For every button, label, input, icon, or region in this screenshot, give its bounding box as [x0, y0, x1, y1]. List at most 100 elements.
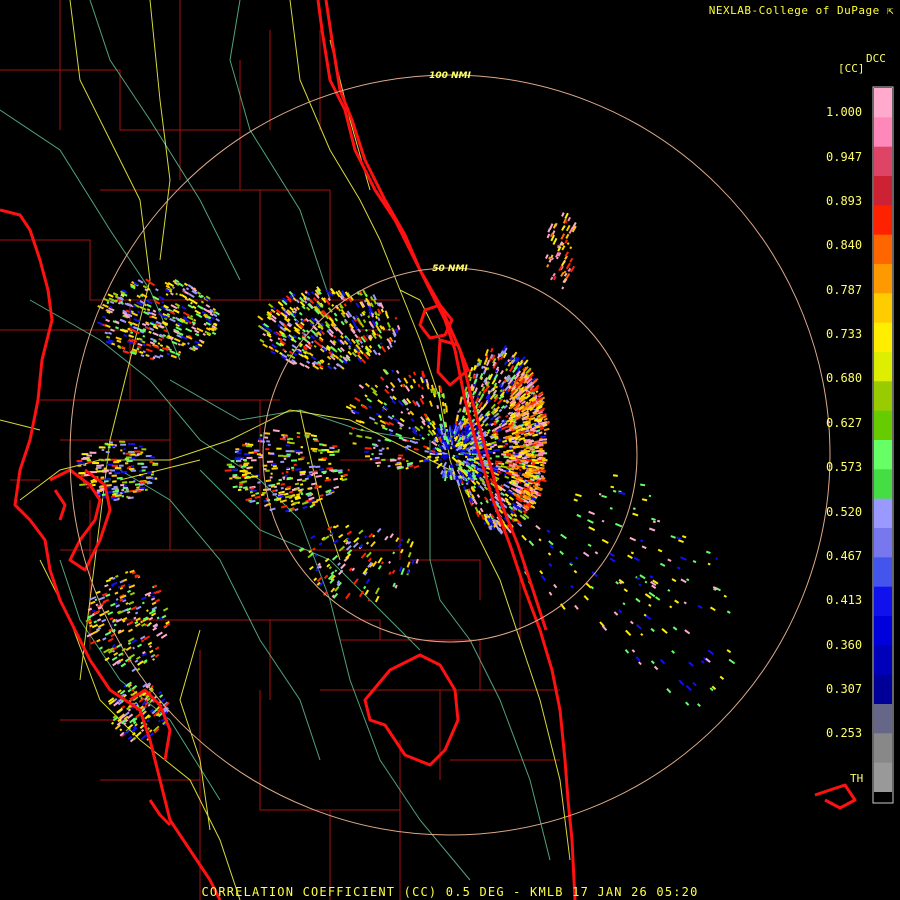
echo-mark: [297, 501, 301, 504]
echo-mark: [495, 460, 503, 464]
echo-mark: [108, 588, 112, 591]
county-line: [0, 239, 260, 301]
echo-mark: [615, 581, 620, 585]
echo-mark: [377, 439, 381, 442]
echo-mark: [191, 347, 196, 351]
echo-mark: [148, 315, 152, 319]
echo-mark: [638, 583, 642, 587]
echo-mark: [451, 444, 455, 449]
echo-mark: [144, 303, 147, 307]
echo-mark: [315, 474, 322, 478]
echo-mark: [539, 424, 543, 428]
echo-mark: [101, 618, 107, 623]
echo-mark: [296, 493, 301, 497]
echo-mark: [485, 359, 491, 366]
echo-mark: [525, 469, 529, 473]
echo-mark: [490, 441, 497, 445]
echo-mark: [483, 359, 488, 366]
echo-mark: [365, 436, 372, 440]
echo-mark: [135, 731, 142, 738]
echo-mark: [541, 476, 546, 480]
echo-mark: [271, 306, 276, 310]
echo-mark: [345, 545, 352, 551]
echo-mark: [131, 684, 138, 690]
radar-map: 100 NMI 50 NMI NEXLAB-College of DuPage ⇱…: [0, 0, 900, 900]
echo-mark: [313, 577, 318, 582]
echo-mark: [271, 343, 277, 349]
echo-mark: [467, 455, 475, 459]
echo-mark: [498, 523, 502, 528]
legend-swatch: [874, 704, 892, 734]
product-code-label: DCC: [866, 52, 886, 65]
echo-mark: [564, 220, 568, 224]
echo-mark: [119, 598, 124, 602]
echo-mark: [719, 675, 725, 680]
legend-swatch: [874, 498, 892, 529]
echo-mark: [103, 609, 110, 614]
echo-mark: [639, 574, 646, 580]
echo-mark: [465, 447, 471, 451]
echo-mark: [255, 492, 260, 495]
echo-mark: [127, 735, 133, 741]
nexlab-credit[interactable]: NEXLAB-College of DuPage ⇱: [709, 4, 894, 17]
echo-mark: [478, 390, 482, 396]
echo-mark: [519, 444, 525, 448]
echo-mark: [308, 352, 314, 357]
echo-mark: [471, 468, 475, 472]
echo-mark: [538, 469, 546, 473]
echo-mark: [159, 348, 164, 352]
echo-mark: [135, 655, 141, 661]
echo-mark: [150, 597, 156, 601]
echo-mark: [105, 318, 110, 323]
echo-mark: [111, 576, 116, 580]
echo-mark: [441, 401, 445, 407]
echo-mark: [348, 345, 352, 349]
echo-mark: [570, 584, 574, 589]
echo-mark: [390, 388, 395, 392]
echo-mark: [173, 337, 181, 343]
echo-mark: [125, 602, 129, 606]
echo-mark: [455, 474, 459, 480]
echo-mark: [411, 399, 418, 407]
echo-mark: [407, 411, 411, 415]
echo-mark: [402, 438, 407, 442]
echo-mark: [375, 461, 382, 465]
echo-mark: [531, 494, 535, 498]
echo-mark: [445, 405, 448, 413]
echo-mark: [105, 658, 108, 661]
echo-mark: [594, 551, 599, 555]
echo-mark: [134, 659, 139, 663]
echo-mark: [270, 317, 274, 321]
echo-mark: [475, 480, 481, 486]
echo-mark: [609, 507, 613, 510]
echo-mark: [141, 728, 145, 732]
echo-mark: [559, 550, 564, 556]
echo-mark: [377, 308, 382, 315]
echo-mark: [318, 565, 322, 569]
echo-mark: [524, 508, 529, 512]
echo-mark: [306, 335, 311, 340]
echo-mark: [238, 485, 243, 489]
echo-mark: [434, 456, 440, 459]
echo-mark: [408, 374, 412, 379]
echo-mark: [119, 586, 124, 590]
echo-mark: [522, 509, 527, 514]
echo-mark: [311, 503, 316, 507]
echo-mark: [357, 328, 362, 333]
echo-mark: [443, 421, 447, 428]
echo-mark: [190, 314, 194, 318]
echo-mark: [145, 343, 152, 347]
echo-mark: [160, 633, 168, 639]
echo-mark: [368, 345, 373, 349]
echo-mark: [354, 333, 359, 339]
echo-mark: [107, 611, 114, 616]
echo-mark: [87, 615, 92, 620]
echo-mark: [131, 638, 138, 644]
echo-mark: [195, 313, 203, 319]
echo-mark: [128, 334, 135, 339]
legend-swatch: [874, 410, 892, 441]
echo-mark: [310, 534, 316, 540]
echo-mark: [409, 464, 414, 468]
echo-mark: [334, 586, 340, 592]
echo-mark: [271, 467, 278, 470]
